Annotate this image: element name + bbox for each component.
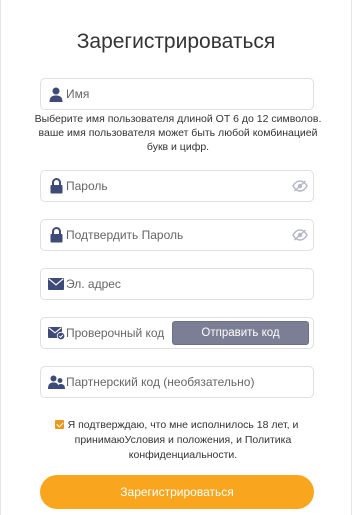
password-placeholder: Пароль bbox=[66, 179, 108, 193]
eye-slash-icon[interactable] bbox=[291, 220, 309, 250]
mail-check-icon bbox=[47, 318, 65, 348]
confirm-password-field[interactable]: Подтвердить Пароль bbox=[40, 219, 314, 251]
password-field[interactable]: Пароль bbox=[40, 170, 314, 202]
partner-code-placeholder: Партнерский код (необязательно) bbox=[66, 375, 255, 389]
send-code-button[interactable]: Отправить код bbox=[172, 321, 309, 345]
confirm-password-placeholder: Подтвердить Пароль bbox=[66, 228, 184, 242]
user-icon bbox=[47, 79, 65, 109]
lock-icon bbox=[47, 220, 65, 250]
username-field[interactable]: Имя bbox=[40, 78, 314, 110]
verification-code-placeholder: Проверочный код bbox=[66, 326, 165, 340]
email-field[interactable]: Эл. адрес bbox=[40, 268, 314, 300]
email-placeholder: Эл. адрес bbox=[66, 277, 121, 291]
mail-icon bbox=[47, 269, 65, 299]
users-icon bbox=[47, 367, 65, 397]
register-form: Зарегистрироваться Имя Выберите имя поль… bbox=[0, 0, 352, 515]
lock-icon bbox=[47, 171, 65, 201]
verification-code-field[interactable]: Проверочный код Отправить код bbox=[40, 317, 314, 349]
eye-slash-icon[interactable] bbox=[291, 171, 309, 201]
page-title: Зарегистрироваться bbox=[76, 30, 276, 53]
agreement-text: Я подтверждаю, что мне исполнилось 18 ле… bbox=[67, 419, 299, 461]
register-button[interactable]: Зарегистрироваться bbox=[40, 475, 314, 509]
username-hint: Выберите имя пользователя длиной ОТ 6 до… bbox=[34, 113, 322, 153]
username-placeholder: Имя bbox=[66, 87, 90, 101]
partner-code-field[interactable]: Партнерский код (необязательно) bbox=[40, 366, 314, 398]
